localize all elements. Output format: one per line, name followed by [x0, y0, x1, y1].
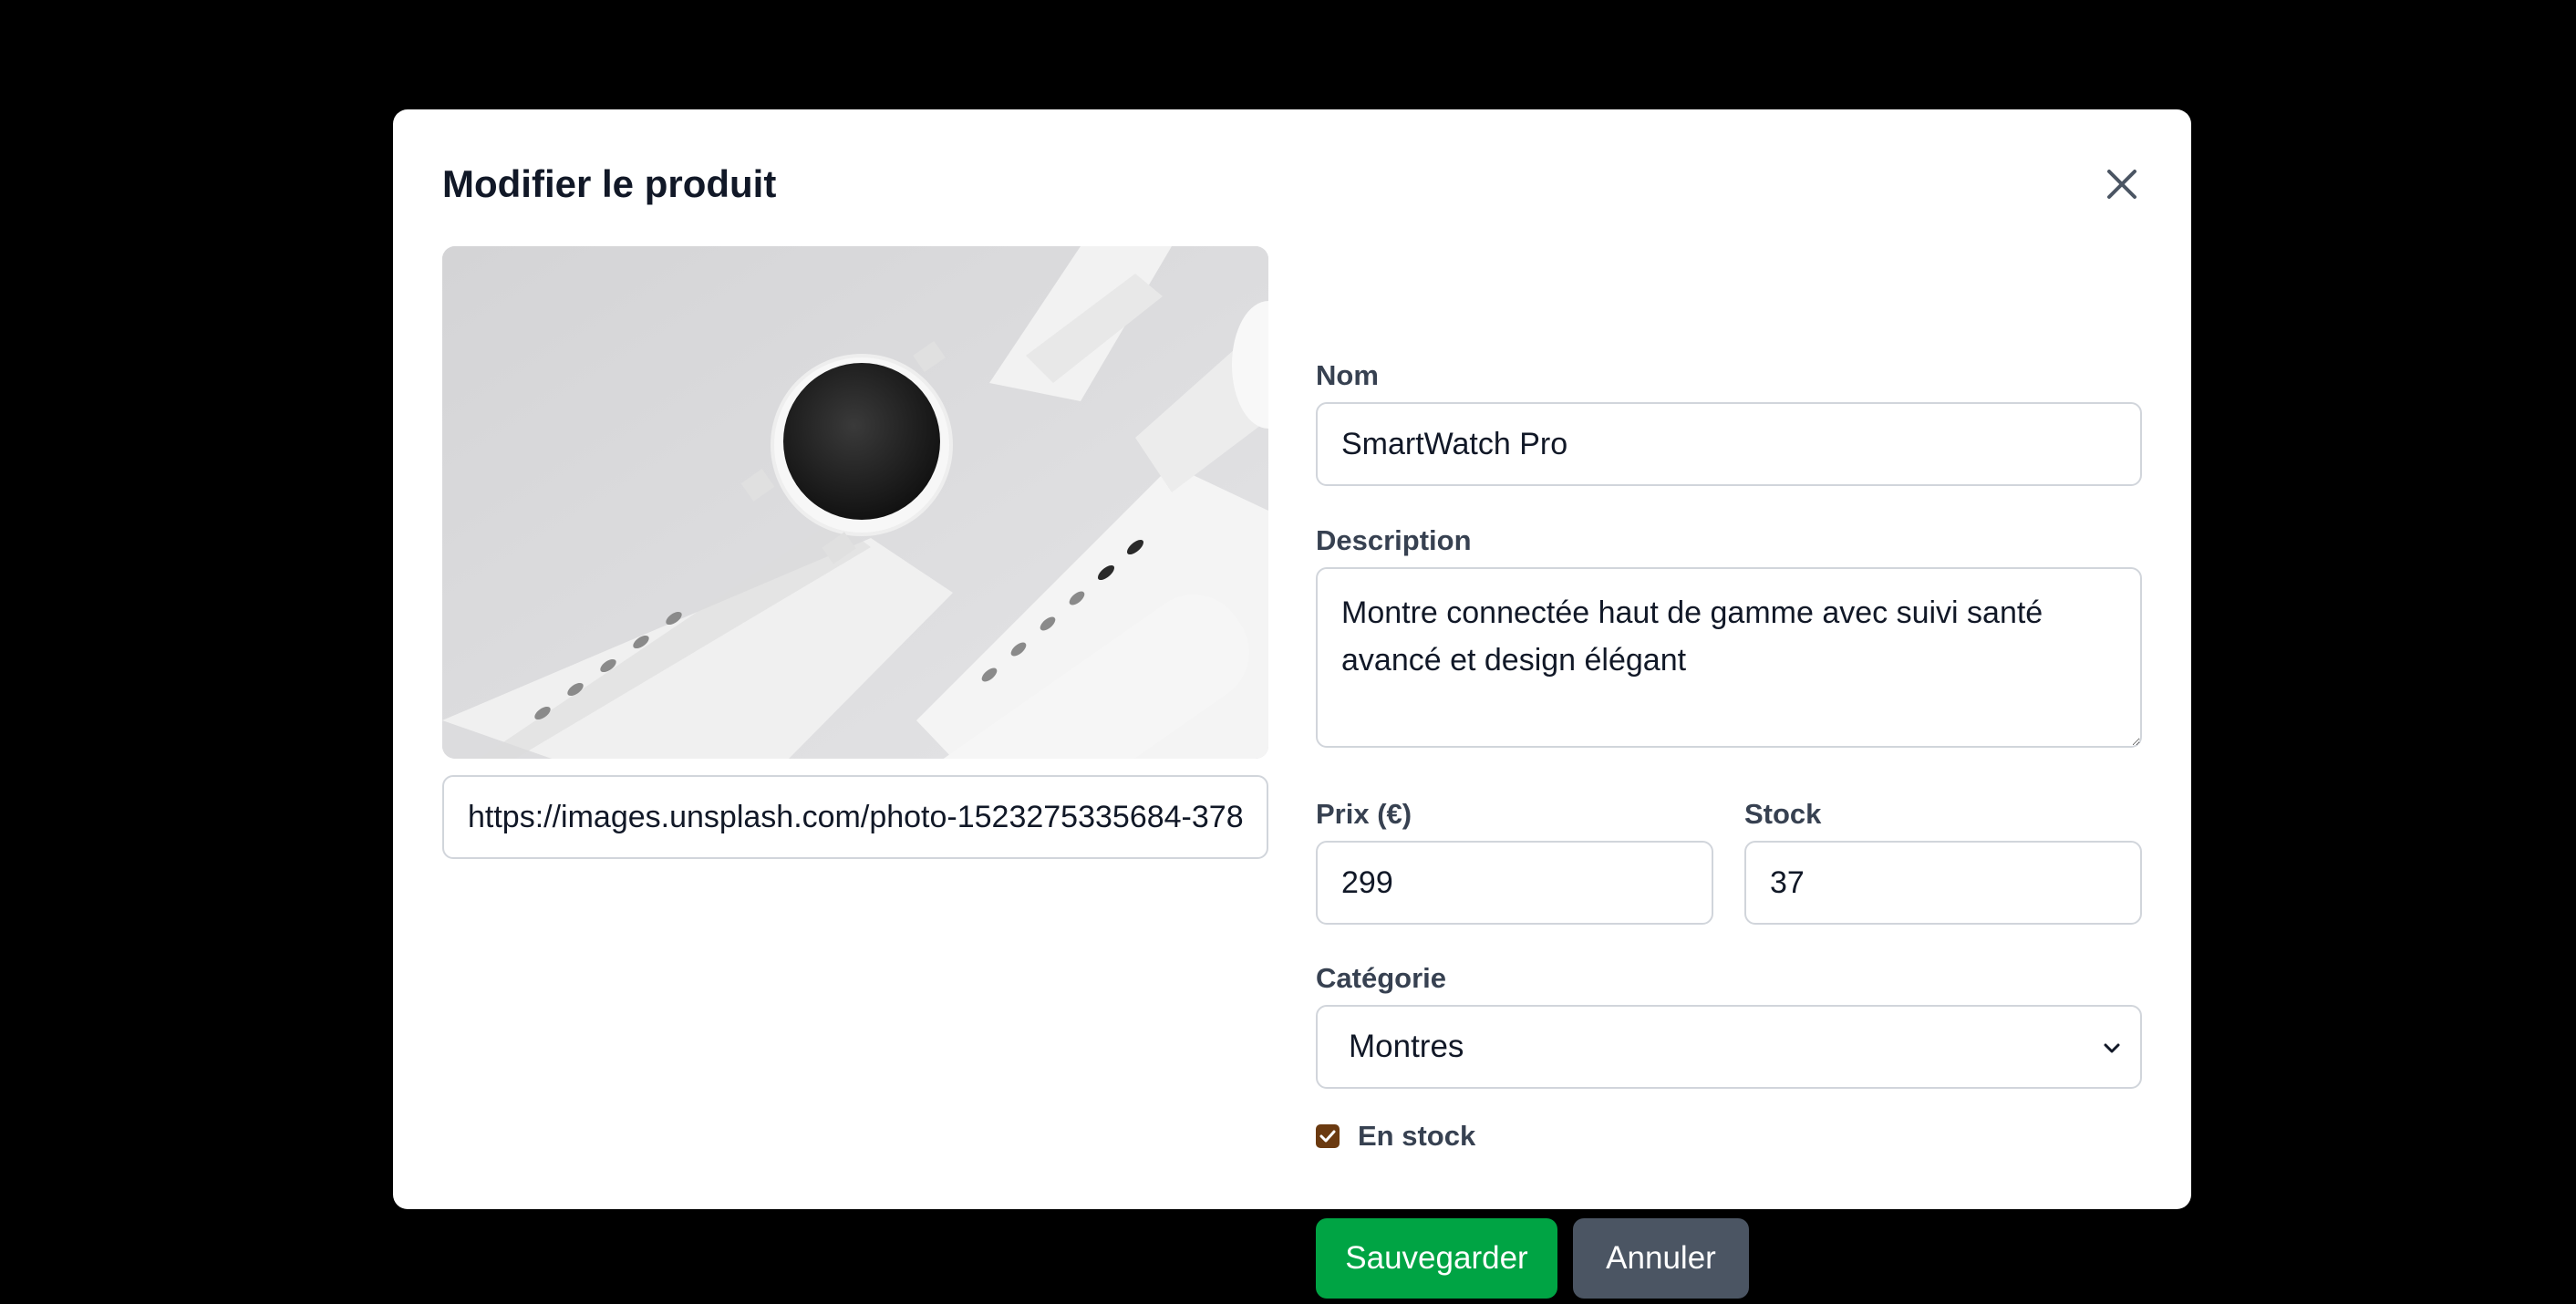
chevron-down-icon	[2104, 1043, 2120, 1053]
cancel-button[interactable]: Annuler	[1573, 1218, 1749, 1299]
category-select[interactable]: Montres	[1316, 1005, 2142, 1089]
close-icon[interactable]	[2102, 164, 2142, 204]
category-select-value: Montres	[1349, 1029, 1464, 1064]
description-textarea[interactable]: Montre connectée haut de gamme avec suiv…	[1316, 567, 2142, 748]
name-input[interactable]	[1316, 402, 2142, 486]
modal-title: Modifier le produit	[442, 162, 777, 205]
name-label: Nom	[1316, 359, 1379, 391]
price-input[interactable]	[1316, 841, 1713, 925]
checkmark-icon	[1319, 1130, 1336, 1143]
price-label: Prix (€)	[1316, 798, 1412, 830]
edit-product-modal: Modifier le produit https://images.unspl…	[393, 109, 2191, 1299]
in-stock-label: En stock	[1358, 1120, 1476, 1152]
save-button[interactable]: Sauvegarder	[1316, 1218, 1557, 1299]
category-label: Catégorie	[1316, 962, 1446, 994]
stock-label: Stock	[1744, 798, 1822, 830]
description-label: Description	[1316, 524, 1472, 556]
stock-input[interactable]	[1744, 841, 2142, 925]
in-stock-checkbox[interactable]	[1316, 1124, 1340, 1148]
image-url-input[interactable]	[442, 775, 1268, 859]
product-image	[442, 246, 1268, 759]
